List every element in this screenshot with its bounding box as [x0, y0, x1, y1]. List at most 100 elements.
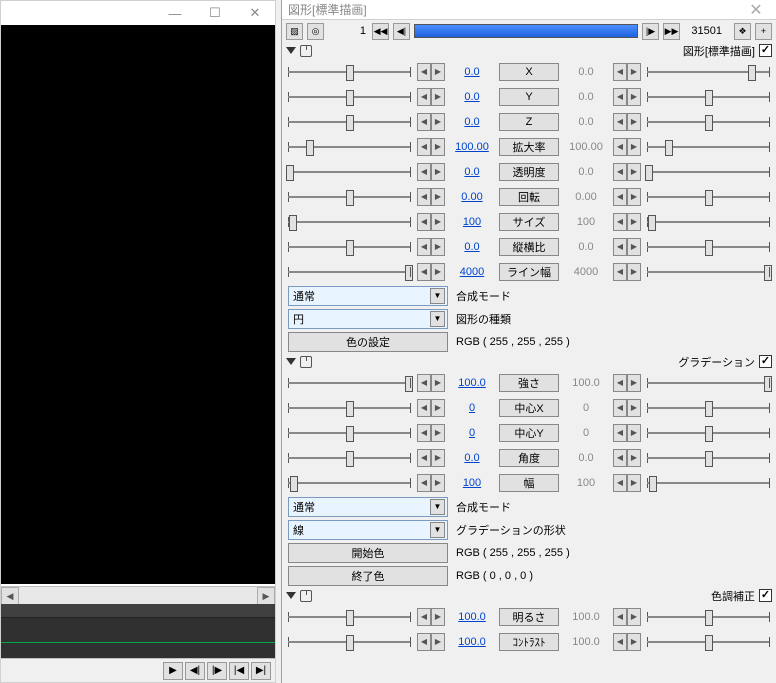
- to-end-button[interactable]: ▶|: [251, 662, 271, 680]
- left-slider[interactable]: [288, 113, 411, 131]
- right-stepper[interactable]: ◀▶: [613, 163, 641, 181]
- decrement-button[interactable]: ◀: [613, 138, 627, 156]
- left-value[interactable]: 0.0: [451, 66, 493, 78]
- step-back-button[interactable]: ◀|: [185, 662, 205, 680]
- left-stepper[interactable]: ◀▶: [417, 138, 445, 156]
- left-stepper[interactable]: ◀▶: [417, 238, 445, 256]
- decrement-button[interactable]: ◀: [613, 113, 627, 131]
- right-slider[interactable]: [647, 263, 770, 281]
- left-value[interactable]: 100.0: [451, 611, 493, 623]
- anchor-toggle-button[interactable]: ❖: [734, 23, 751, 40]
- right-stepper[interactable]: ◀▶: [613, 399, 641, 417]
- decrement-button[interactable]: ◀: [613, 63, 627, 81]
- decrement-button[interactable]: ◀: [613, 213, 627, 231]
- right-stepper[interactable]: ◀▶: [613, 238, 641, 256]
- play-button[interactable]: ▶: [163, 662, 183, 680]
- decrement-button[interactable]: ◀: [417, 238, 431, 256]
- increment-button[interactable]: ▶: [627, 238, 641, 256]
- decrement-button[interactable]: ◀: [417, 424, 431, 442]
- decrement-button[interactable]: ◀: [417, 263, 431, 281]
- right-stepper[interactable]: ◀▶: [613, 608, 641, 626]
- right-stepper[interactable]: ◀▶: [613, 113, 641, 131]
- decrement-button[interactable]: ◀: [417, 374, 431, 392]
- add-filter-button[interactable]: +: [755, 23, 772, 40]
- section-enable-checkbox[interactable]: [759, 355, 772, 368]
- increment-button[interactable]: ▶: [431, 374, 445, 392]
- increment-button[interactable]: ▶: [431, 263, 445, 281]
- increment-button[interactable]: ▶: [627, 188, 641, 206]
- left-value[interactable]: 0.0: [451, 241, 493, 253]
- param-name-button[interactable]: 回転: [499, 188, 559, 206]
- section-header-shape[interactable]: 図形[標準描画]: [282, 42, 776, 59]
- left-value[interactable]: 100.0: [451, 377, 493, 389]
- increment-button[interactable]: ▶: [627, 63, 641, 81]
- increment-button[interactable]: ▶: [431, 213, 445, 231]
- decrement-button[interactable]: ◀: [417, 188, 431, 206]
- mouse-icon[interactable]: [300, 590, 312, 602]
- right-stepper[interactable]: ◀▶: [613, 138, 641, 156]
- increment-button[interactable]: ▶: [431, 449, 445, 467]
- close-button[interactable]: ✕: [235, 2, 275, 24]
- right-slider[interactable]: [647, 188, 770, 206]
- grad-blend-dropdown[interactable]: 通常▼: [288, 497, 448, 517]
- shape-kind-dropdown[interactable]: 円▼: [288, 309, 448, 329]
- increment-button[interactable]: ▶: [431, 163, 445, 181]
- increment-button[interactable]: ▶: [431, 474, 445, 492]
- right-stepper[interactable]: ◀▶: [613, 633, 641, 651]
- left-value[interactable]: 0.0: [451, 116, 493, 128]
- left-slider[interactable]: [288, 188, 411, 206]
- mouse-icon[interactable]: [300, 45, 312, 57]
- right-slider[interactable]: [647, 608, 770, 626]
- param-name-button[interactable]: 中心X: [499, 399, 559, 417]
- left-slider[interactable]: [288, 63, 411, 81]
- collapse-arrow-icon[interactable]: [286, 358, 296, 365]
- right-stepper[interactable]: ◀▶: [613, 474, 641, 492]
- left-stepper[interactable]: ◀▶: [417, 63, 445, 81]
- decrement-button[interactable]: ◀: [613, 263, 627, 281]
- maximize-button[interactable]: ☐: [195, 2, 235, 24]
- horizontal-scrollbar[interactable]: ◀ ▶: [1, 586, 275, 604]
- param-name-button[interactable]: 縦横比: [499, 238, 559, 256]
- right-stepper[interactable]: ◀▶: [613, 449, 641, 467]
- left-value[interactable]: 0.0: [451, 452, 493, 464]
- left-value[interactable]: 100.0: [451, 636, 493, 648]
- right-slider[interactable]: [647, 163, 770, 181]
- decrement-button[interactable]: ◀: [417, 449, 431, 467]
- decrement-button[interactable]: ◀: [417, 399, 431, 417]
- right-stepper[interactable]: ◀▶: [613, 88, 641, 106]
- decrement-button[interactable]: ◀: [613, 474, 627, 492]
- left-value[interactable]: 100: [451, 216, 493, 228]
- param-name-button[interactable]: X: [499, 63, 559, 81]
- param-name-button[interactable]: Z: [499, 113, 559, 131]
- left-slider[interactable]: [288, 424, 411, 442]
- increment-button[interactable]: ▶: [431, 608, 445, 626]
- increment-button[interactable]: ▶: [431, 138, 445, 156]
- decrement-button[interactable]: ◀: [613, 399, 627, 417]
- left-stepper[interactable]: ◀▶: [417, 188, 445, 206]
- step-forward-button[interactable]: |▶: [207, 662, 227, 680]
- increment-button[interactable]: ▶: [431, 238, 445, 256]
- left-slider[interactable]: [288, 238, 411, 256]
- scroll-left-icon[interactable]: ◀: [1, 587, 19, 605]
- right-slider[interactable]: [647, 113, 770, 131]
- left-slider[interactable]: [288, 163, 411, 181]
- increment-button[interactable]: ▶: [627, 213, 641, 231]
- left-value[interactable]: 0.00: [451, 191, 493, 203]
- decrement-button[interactable]: ◀: [613, 188, 627, 206]
- left-slider[interactable]: [288, 213, 411, 231]
- section-header-gradation[interactable]: グラデーション: [282, 353, 776, 370]
- right-slider[interactable]: [647, 449, 770, 467]
- end-color-button[interactable]: 終了色: [288, 566, 448, 586]
- left-value[interactable]: 100.00: [451, 141, 493, 153]
- left-slider[interactable]: [288, 474, 411, 492]
- decrement-button[interactable]: ◀: [417, 63, 431, 81]
- decrement-button[interactable]: ◀: [613, 608, 627, 626]
- decrement-button[interactable]: ◀: [613, 449, 627, 467]
- color-settings-button[interactable]: 色の設定: [288, 332, 448, 352]
- param-name-button[interactable]: ｺﾝﾄﾗｽﾄ: [499, 633, 559, 651]
- layer-icon[interactable]: ▨: [286, 23, 303, 40]
- decrement-button[interactable]: ◀: [417, 138, 431, 156]
- camera-icon[interactable]: ◎: [307, 23, 324, 40]
- param-name-button[interactable]: 幅: [499, 474, 559, 492]
- scroll-track[interactable]: [19, 587, 257, 604]
